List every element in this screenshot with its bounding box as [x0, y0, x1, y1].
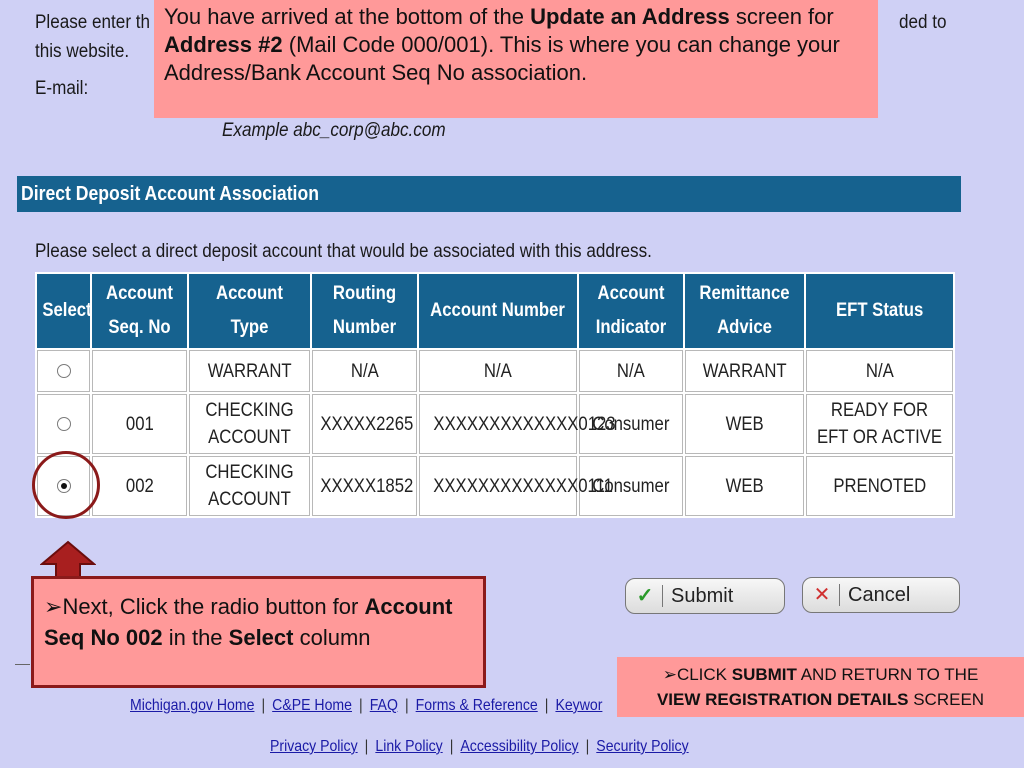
callout-left-text: in the	[162, 625, 229, 650]
seq-cell: 001	[92, 394, 187, 454]
email-label: E-mail:	[35, 78, 89, 99]
routing-cell: N/A	[312, 350, 417, 392]
footer-link-cpe-home[interactable]: C&PE Home	[272, 697, 352, 714]
account-cell: XXXXXXXXXXXXX0111	[419, 456, 613, 516]
remittance-cell: WEB	[685, 456, 804, 516]
divider-line	[15, 664, 30, 665]
email-example: Example abc_corp@abc.com	[222, 120, 446, 141]
type-cell: CHECKING ACCOUNT	[189, 394, 310, 454]
section-title: Direct Deposit Account Association	[21, 183, 319, 205]
footer-nav-primary: Michigan.gov Home | C&PE Home | FAQ | Forms & …	[130, 697, 603, 714]
type-cell: CHECKING ACCOUNT	[189, 456, 310, 516]
highlight-circle	[32, 451, 100, 519]
callout-left: ➢Next, Click the radio button for Accoun…	[31, 576, 486, 688]
remittance-cell: WEB	[685, 394, 804, 454]
intro-line1-end: ded to	[899, 12, 947, 33]
section-header: Direct Deposit Account Association	[17, 176, 961, 212]
cancel-label: Cancel	[848, 584, 911, 606]
select-cell	[37, 394, 90, 454]
select-radio-001[interactable]	[56, 417, 71, 432]
status-cell: N/A	[806, 350, 953, 392]
status-cell: PRENOTED	[806, 456, 953, 516]
seq-cell: 002	[92, 456, 187, 516]
callout-top-text: You have arrived at the bottom of the	[164, 4, 531, 29]
checkmark-icon: ✓	[636, 585, 654, 607]
account-cell: N/A	[419, 350, 577, 392]
col-header-status: EFT Status	[806, 274, 953, 348]
footer-link-michigan-home[interactable]: Michigan.gov Home	[130, 697, 254, 714]
remittance-cell: WARRANT	[685, 350, 804, 392]
col-header-remittance: Remittance Advice	[685, 274, 804, 348]
table-row: 001 CHECKING ACCOUNT XXXXX2265 XXXXXXXXX…	[37, 394, 953, 454]
col-header-account: Account Number	[419, 274, 577, 348]
select-prompt: Please select a direct deposit account t…	[35, 241, 652, 262]
seq-cell	[92, 350, 187, 392]
footer-link-accessibility[interactable]: Accessibility Policy	[460, 738, 578, 755]
footer-link-privacy[interactable]: Privacy Policy	[270, 738, 358, 755]
intro-line1-start: Please enter th	[35, 12, 151, 33]
button-divider	[662, 585, 663, 607]
status-cell: READY FOR EFT OR ACTIVE	[806, 394, 953, 454]
callout-right-bold: VIEW REGISTRATION DETAILS	[656, 690, 909, 709]
callout-left-text: Next, Click the radio button for	[62, 594, 365, 619]
account-cell: XXXXXXXXXXXXX0123	[419, 394, 616, 454]
select-radio-warrant[interactable]	[56, 364, 71, 379]
callout-left-bold: Select	[228, 625, 294, 650]
footer-link-faq[interactable]: FAQ	[370, 697, 398, 714]
close-icon: ✕	[813, 584, 831, 606]
callout-right-text: SCREEN	[908, 690, 985, 709]
footer-link-keywords[interactable]: Keywor	[555, 697, 602, 714]
table-row: WARRANT N/A N/A N/A WARRANT N/A	[37, 350, 953, 392]
table-header-row: Select Account Seq. No Account Type Rout…	[37, 274, 953, 348]
col-header-routing: Routing Number	[312, 274, 417, 348]
footer-link-link-policy[interactable]: Link Policy	[375, 738, 442, 755]
callout-top-bold: Address #2	[164, 32, 283, 57]
indicator-cell: N/A	[579, 350, 683, 392]
submit-label: Submit	[671, 585, 734, 607]
select-cell	[37, 350, 90, 392]
col-header-select: Select	[37, 274, 92, 348]
callout-right-text: CLICK	[676, 665, 732, 684]
callout-right-bold: SUBMIT	[731, 665, 797, 684]
routing-cell: XXXXX1852	[312, 456, 417, 516]
callout-left-text: column	[293, 625, 371, 650]
indicator-cell: Consumer	[579, 394, 683, 454]
callout-right: ➢CLICK SUBMIT AND RETURN TO THE VIEW REG…	[617, 657, 1024, 717]
arrow-up-icon	[40, 540, 96, 579]
bullet-arrow-icon: ➢	[662, 665, 677, 684]
footer-link-forms[interactable]: Forms & Reference	[416, 697, 538, 714]
footer-nav-secondary: Privacy Policy | Link Policy | Accessibility…	[270, 738, 689, 755]
submit-button[interactable]: ✓ Submit	[625, 578, 785, 614]
routing-cell: XXXXX2265	[312, 394, 417, 454]
callout-top: You have arrived at the bottom of the Up…	[154, 0, 878, 118]
col-header-indicator: Account Indicator	[579, 274, 683, 348]
account-table: Select Account Seq. No Account Type Rout…	[35, 272, 955, 518]
button-divider	[839, 584, 840, 606]
table-row: 002 CHECKING ACCOUNT XXXXX1852 XXXXXXXXX…	[37, 456, 953, 516]
footer-link-security[interactable]: Security Policy	[596, 738, 688, 755]
col-header-seq: Account Seq. No	[92, 274, 187, 348]
bullet-arrow-icon: ➢	[44, 594, 63, 619]
callout-right-text: AND RETURN TO THE	[796, 665, 979, 684]
col-header-type: Account Type	[189, 274, 310, 348]
type-cell: WARRANT	[189, 350, 310, 392]
cancel-button[interactable]: ✕ Cancel	[802, 577, 960, 613]
callout-top-bold: Update an Address	[530, 4, 730, 29]
callout-top-text: screen for	[729, 4, 834, 29]
indicator-cell: Consumer	[579, 456, 683, 516]
